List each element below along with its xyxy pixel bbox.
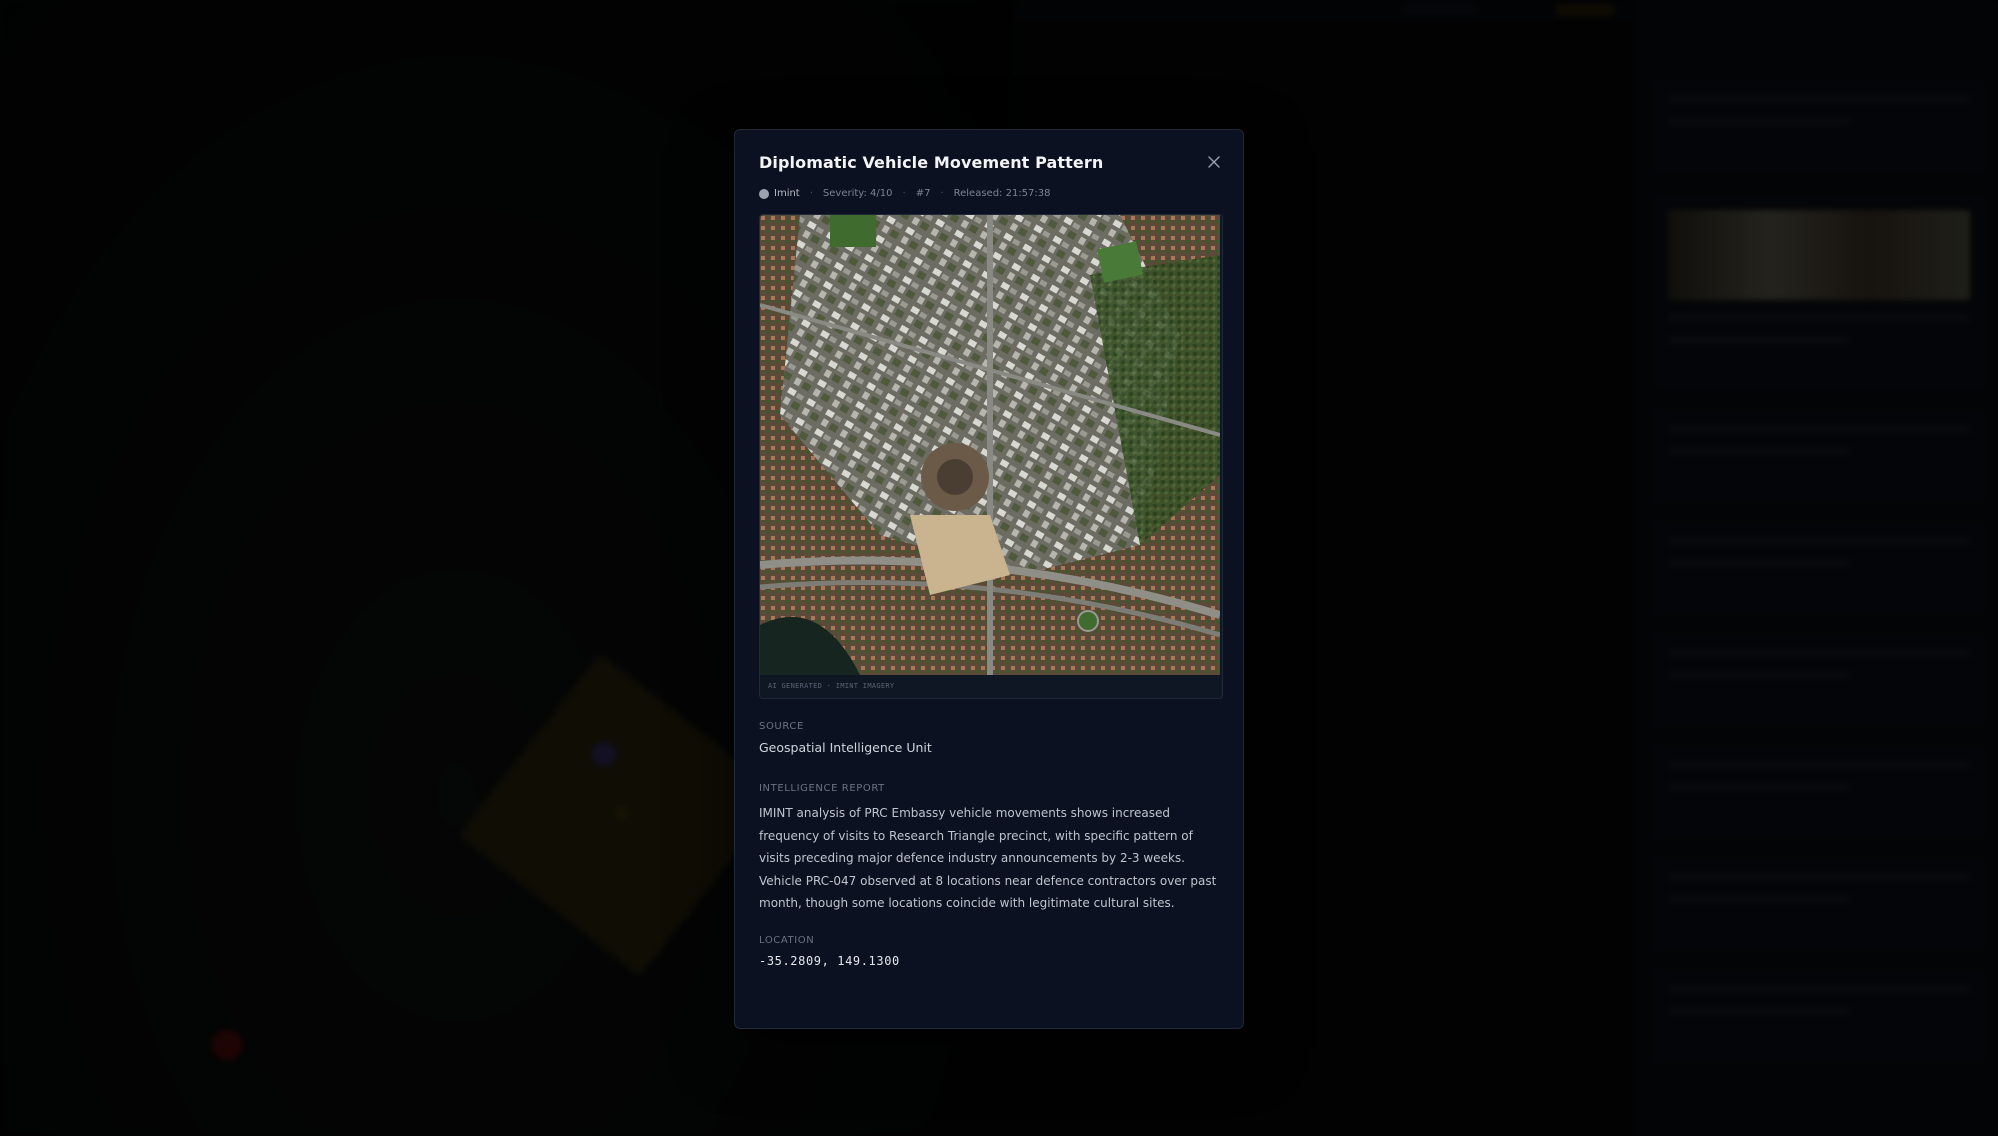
intel-detail-modal: Diplomatic Vehicle Movement Pattern Imin…: [734, 129, 1244, 1029]
release-time: Released: 21:57:38: [953, 188, 1051, 199]
meta-separator: ·: [809, 188, 813, 199]
severity-text: Severity: 4/10: [822, 188, 893, 199]
intel-type-label: Imint: [774, 188, 800, 199]
location-coordinates: -35.2809, 149.1300: [759, 953, 900, 968]
modal-title: Diplomatic Vehicle Movement Pattern: [759, 152, 1104, 172]
circle-dot-icon: [759, 188, 769, 199]
close-icon: [1208, 156, 1220, 168]
report-text: IMINT analysis of PRC Embassy vehicle mo…: [759, 806, 1217, 910]
modal-header: Diplomatic Vehicle Movement Pattern: [759, 152, 1220, 172]
meta-separator: ·: [902, 188, 906, 199]
meta-row: Imint · Severity: 4/10 · #7 · Released: …: [759, 188, 1219, 199]
imagery-caption: AI GENERATED · IMINT IMAGERY: [768, 682, 895, 690]
imagery-frame: AI GENERATED · IMINT IMAGERY: [759, 214, 1223, 699]
location-label: LOCATION: [759, 934, 815, 946]
report-label: INTELLIGENCE REPORT: [759, 783, 885, 794]
source-label: SOURCE: [759, 721, 804, 732]
satellite-image[interactable]: [760, 215, 1220, 675]
source-value: Geospatial Intelligence Unit: [759, 740, 932, 755]
close-button[interactable]: [1203, 151, 1225, 173]
report-number: #7: [915, 188, 931, 199]
intel-type: Imint: [759, 188, 800, 199]
meta-separator: ·: [940, 188, 944, 199]
